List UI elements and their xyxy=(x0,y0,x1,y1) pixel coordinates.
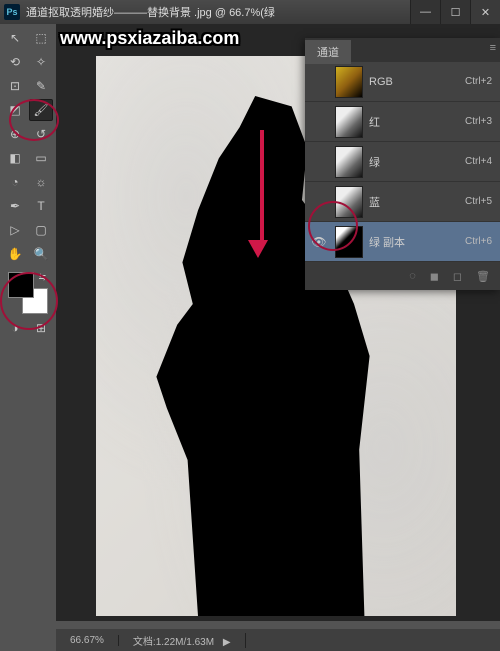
channels-tab[interactable]: 通道 xyxy=(305,40,351,66)
channel-shortcut: Ctrl+2 xyxy=(465,76,492,87)
channel-thumbnail[interactable] xyxy=(335,186,363,218)
healing-brush-tool[interactable]: ◩ xyxy=(3,99,27,121)
blur-tool[interactable]: ◔ xyxy=(3,171,27,193)
channel-row-r[interactable]: 红Ctrl+3 xyxy=(305,102,500,142)
eraser-tool[interactable]: ◧ xyxy=(3,147,27,169)
channel-name: 绿 xyxy=(369,154,465,170)
document-title: 通道抠取透明婚纱———替换背景 .jpg @ 66.7%(绿 xyxy=(26,4,410,20)
screen-mode-tool[interactable]: ⊞ xyxy=(29,317,53,339)
toolbox: ↖⬚⟲✧⊡✎◩🖌⊕↺◧▭◔☼✒T▷▢✋🔍 ⇆ ◑⊞ xyxy=(0,24,56,651)
channel-name: 绿 副本 xyxy=(369,234,465,250)
channel-thumbnail[interactable] xyxy=(335,66,363,98)
pen-tool[interactable]: ✒ xyxy=(3,195,27,217)
channel-row-rgb[interactable]: RGBCtrl+2 xyxy=(305,62,500,102)
channel-name: 红 xyxy=(369,114,465,130)
channel-shortcut: Ctrl+5 xyxy=(465,196,492,207)
channel-row-gc[interactable]: 👁 绿 副本Ctrl+6 xyxy=(305,222,500,262)
hand-tool[interactable]: ✋ xyxy=(3,243,27,265)
panel-footer: ◌ ◼ ◻ 🗑 xyxy=(305,262,500,290)
channels-panel: 通道 ≡ RGBCtrl+2红Ctrl+3绿Ctrl+4蓝Ctrl+5👁绿 副本… xyxy=(305,38,500,290)
marquee-tool[interactable]: ⬚ xyxy=(29,27,53,49)
history-brush-tool[interactable]: ↺ xyxy=(29,123,53,145)
zoom-tool[interactable]: 🔍 xyxy=(29,243,53,265)
color-swatch[interactable]: ⇆ xyxy=(8,272,48,314)
channel-shortcut: Ctrl+4 xyxy=(465,156,492,167)
panel-menu-icon[interactable]: ≡ xyxy=(490,42,496,54)
ps-logo-icon: Ps xyxy=(4,4,20,20)
quick-mask-tool[interactable]: ◑ xyxy=(3,317,27,339)
channel-thumbnail[interactable] xyxy=(335,146,363,178)
close-button[interactable]: ✕ xyxy=(470,0,500,24)
lasso-tool[interactable]: ⟲ xyxy=(3,51,27,73)
load-selection-icon[interactable]: ◌ xyxy=(409,270,416,282)
doc-info[interactable]: 文档:1.22M/1.63M ▶ xyxy=(119,633,246,648)
delete-channel-icon[interactable]: 🗑 xyxy=(476,270,490,283)
visibility-icon[interactable]: 👁 xyxy=(309,235,329,249)
window-buttons: — ☐ ✕ xyxy=(410,0,500,24)
swap-colors-icon[interactable]: ⇆ xyxy=(38,272,46,283)
crop-tool[interactable]: ⊡ xyxy=(3,75,27,97)
new-channel-icon[interactable]: ◻ xyxy=(453,270,462,283)
eyedropper-tool[interactable]: ✎ xyxy=(29,75,53,97)
channel-row-b[interactable]: 蓝Ctrl+5 xyxy=(305,182,500,222)
channel-thumbnail[interactable] xyxy=(335,106,363,138)
watermark-text: www.psxiazaiba.com xyxy=(60,28,239,49)
channel-thumbnail[interactable] xyxy=(335,226,363,258)
statusbar: 66.67% 文档:1.22M/1.63M ▶ xyxy=(56,629,500,651)
move-tool[interactable]: ↖ xyxy=(3,27,27,49)
shape-tool[interactable]: ▢ xyxy=(29,219,53,241)
dodge-tool[interactable]: ☼ xyxy=(29,171,53,193)
channel-shortcut: Ctrl+3 xyxy=(465,116,492,127)
zoom-level[interactable]: 66.67% xyxy=(56,635,119,646)
brush-tool[interactable]: 🖌 xyxy=(29,99,53,121)
channel-shortcut: Ctrl+6 xyxy=(465,236,492,247)
maximize-button[interactable]: ☐ xyxy=(440,0,470,24)
panel-tabbar: 通道 ≡ xyxy=(305,38,500,62)
foreground-color[interactable] xyxy=(8,272,34,298)
path-select-tool[interactable]: ▷ xyxy=(3,219,27,241)
chevron-right-icon[interactable]: ▶ xyxy=(223,637,231,648)
gradient-tool[interactable]: ▭ xyxy=(29,147,53,169)
channel-name: 蓝 xyxy=(369,194,465,210)
channel-name: RGB xyxy=(369,76,465,88)
clone-stamp-tool[interactable]: ⊕ xyxy=(3,123,27,145)
save-mask-icon[interactable]: ◼ xyxy=(430,270,439,283)
channel-row-g[interactable]: 绿Ctrl+4 xyxy=(305,142,500,182)
channel-list: RGBCtrl+2红Ctrl+3绿Ctrl+4蓝Ctrl+5👁绿 副本Ctrl+… xyxy=(305,62,500,262)
type-tool[interactable]: T xyxy=(29,195,53,217)
titlebar: Ps 通道抠取透明婚纱———替换背景 .jpg @ 66.7%(绿 — ☐ ✕ xyxy=(0,0,500,24)
magic-wand-tool[interactable]: ✧ xyxy=(29,51,53,73)
minimize-button[interactable]: — xyxy=(410,0,440,24)
